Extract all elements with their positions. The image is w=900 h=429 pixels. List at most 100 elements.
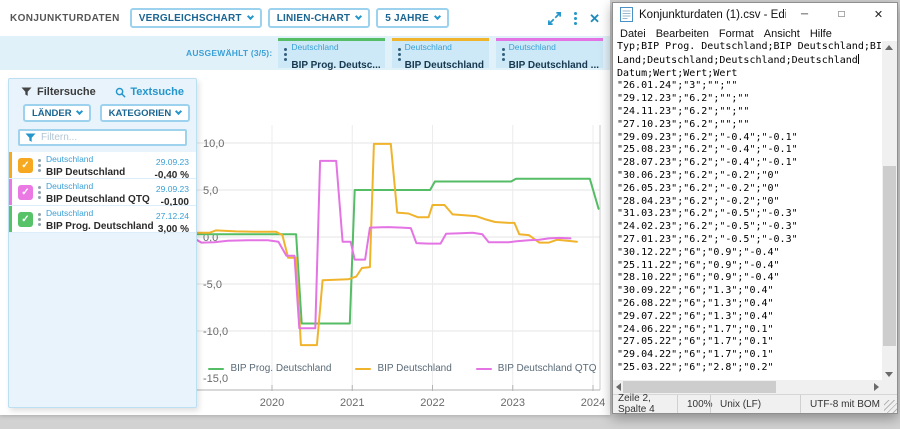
line-chart: 2020202120222023202410,05,00,0-5,0-10,0-… [195,70,610,415]
filter-icon [25,133,36,143]
zoom-level: 100% [677,395,710,413]
notepad-window: Konjunkturdaten (1).csv - Editor ─ □ ✕ D… [612,2,898,414]
svg-text:-5,0: -5,0 [203,279,222,291]
vergleichschart-dropdown[interactable]: VERGLEICHSCHART [130,8,262,28]
kebab-menu-icon[interactable] [38,186,41,199]
csv-line: "30.09.22";"6";"1.3";"0.4" [617,285,882,298]
csv-line: "25.03.22";"6";"2.8";"0.2" [617,362,882,375]
svg-text:2020: 2020 [260,397,284,409]
kebab-menu-icon[interactable] [38,159,41,172]
expand-icon[interactable] [547,11,562,26]
legend-swatch [208,368,224,370]
legend-item[interactable]: BIP Deutschland [355,363,451,374]
csv-line: "27.10.23";"6.2";"";"" [617,119,882,132]
text-cursor [858,54,859,64]
text-area[interactable]: Typ;BIP Prog. Deutschland;BIP Deutschlan… [613,41,882,381]
legend-item[interactable]: BIP Prog. Deutschland [208,363,331,374]
list-item-bip-prog-deutschland[interactable]: ✓ Deutschland BIP Prog. Deutschland 27.1… [9,206,196,233]
kategorien-dropdown[interactable]: KATEGORIEN [100,104,191,122]
scroll-left-icon[interactable] [616,383,621,391]
cursor-position: Zeile 2, Spalte 4 [613,395,677,413]
svg-text:10,0: 10,0 [203,138,224,150]
csv-line: "25.11.22";"6";"0.9";"-0.4" [617,260,882,273]
chip-bip-deutschland-qtq[interactable]: Deutschland BIP Deutschland ... [496,38,603,68]
menu-ansicht[interactable]: Ansicht [759,28,805,40]
menu-hilfe[interactable]: Hilfe [805,28,837,40]
kebab-menu-icon[interactable] [38,213,41,226]
menu-datei[interactable]: Datei [615,28,651,40]
scroll-right-icon[interactable] [874,383,879,391]
vertical-scrollbar[interactable] [882,41,897,381]
checkbox-checked[interactable]: ✓ [18,185,33,200]
resize-grip[interactable] [884,400,897,413]
window-title: Konjunkturdaten (1).csv - Editor [639,9,786,21]
editor-menubar: Datei Bearbeiten Format Ansicht Hilfe [613,26,897,41]
csv-line: "24.02.23";"6.2";"-0.5";"-0.3" [617,221,882,234]
zeitraum-dropdown[interactable]: 5 JAHRE [376,8,449,28]
svg-text:-15,0: -15,0 [203,373,228,385]
menu-bearbeiten[interactable]: Bearbeiten [651,28,714,40]
horizontal-scroll-thumb[interactable] [623,381,776,393]
app-header: KONJUNKTURDATEN VERGLEICHSCHART LINIEN-C… [0,0,610,36]
checkbox-checked[interactable]: ✓ [18,212,33,227]
editor-titlebar[interactable]: Konjunkturdaten (1).csv - Editor ─ □ ✕ [613,3,897,26]
svg-text:2022: 2022 [420,397,444,409]
csv-line: "31.03.23";"6.2";"-0.5";"-0.3" [617,208,882,221]
checkbox-checked[interactable]: ✓ [18,158,33,173]
kebab-menu-icon[interactable] [502,48,505,61]
series-list: ✓ Deutschland BIP Deutschland 29.09.23 -… [9,152,196,233]
vertical-scroll-thumb[interactable] [883,166,896,346]
horizontal-scrollbar[interactable] [613,380,897,394]
csv-line: Typ;BIP Prog. Deutschland;BIP Deutschlan… [617,41,882,54]
legend-item[interactable]: BIP Deutschland QTQ [476,363,597,374]
csv-line: "26.05.23";"6.2";"-0.2";"0" [617,183,882,196]
filter-input[interactable]: Filtern... [18,129,187,146]
screen: KONJUNKTURDATEN VERGLEICHSCHART LINIEN-C… [0,0,900,429]
csv-line: "29.12.23";"6.2";"";"" [617,93,882,106]
line-ending: Unix (LF) [710,395,800,413]
maximize-button[interactable]: □ [823,3,860,26]
csv-line: "28.04.23";"6.2";"-0.2";"0" [617,196,882,209]
csv-line: "25.08.23";"6.2";"-0.4";"-0.1" [617,144,882,157]
chip-bip-deutschland[interactable]: Deutschland BIP Deutschland [392,38,489,68]
list-item-bip-deutschland[interactable]: ✓ Deutschland BIP Deutschland 29.09.23 -… [9,152,196,179]
csv-line: "26.01.24";"3";"";"" [617,80,882,93]
encoding: UTF-8 mit BOM [800,395,897,413]
list-item-bip-deutschland-qtq[interactable]: ✓ Deutschland BIP Deutschland QTQ 29.09.… [9,179,196,206]
series-color-bar [9,179,12,205]
textsuche-tab[interactable]: Textsuche [115,86,184,98]
kebab-menu-icon[interactable] [398,48,401,61]
minimize-button[interactable]: ─ [786,3,823,26]
chevron-down-icon [355,13,362,20]
menu-format[interactable]: Format [714,28,759,40]
kebab-menu-icon[interactable] [284,48,287,61]
chart-legend: BIP Prog. Deutschland BIP Deutschland BIP … [195,363,610,374]
close-icon[interactable]: ✕ [589,12,600,25]
filter-panel: Filtersuche Textsuche LÄNDER KATEGORIEN … [8,78,197,408]
svg-text:2023: 2023 [501,397,525,409]
filtersuche-tab[interactable]: Filtersuche [21,86,96,98]
csv-line: "24.11.23";"6.2";"";"" [617,106,882,119]
svg-text:2021: 2021 [340,397,364,409]
csv-line: Land;Deutschland;Deutschland;Deutschland [617,54,882,68]
chevron-down-icon [434,13,441,20]
chevron-down-icon [175,108,182,115]
scroll-up-icon[interactable] [885,45,893,50]
csv-line: "27.01.23";"6.2";"-0.5";"-0.3" [617,234,882,247]
csv-line: "29.04.22";"6";"1.7";"0.1" [617,349,882,362]
konjunkturdaten-window: KONJUNKTURDATEN VERGLEICHSCHART LINIEN-C… [0,0,610,415]
close-button[interactable]: ✕ [860,3,897,26]
editor-statusbar: Zeile 2, Spalte 4 100% Unix (LF) UTF-8 m… [613,394,897,413]
filter-input-placeholder: Filtern... [41,132,77,143]
legend-swatch [476,368,492,370]
selection-bar: AUSGEWÄHLT (3/5): Deutschland BIP Prog. … [0,36,610,70]
linien-chart-dropdown[interactable]: LINIEN-CHART [268,8,371,28]
laender-dropdown[interactable]: LÄNDER [23,104,91,122]
notepad-icon [620,7,633,22]
kebab-menu-icon[interactable] [574,12,577,25]
chevron-down-icon [247,13,254,20]
scroll-down-icon[interactable] [885,372,893,377]
csv-line: "29.07.22";"6";"1.3";"0.4" [617,311,882,324]
chip-bip-prog-deutschland[interactable]: Deutschland BIP Prog. Deutsc... [278,38,384,68]
csv-line: Datum;Wert;Wert;Wert [617,68,882,81]
